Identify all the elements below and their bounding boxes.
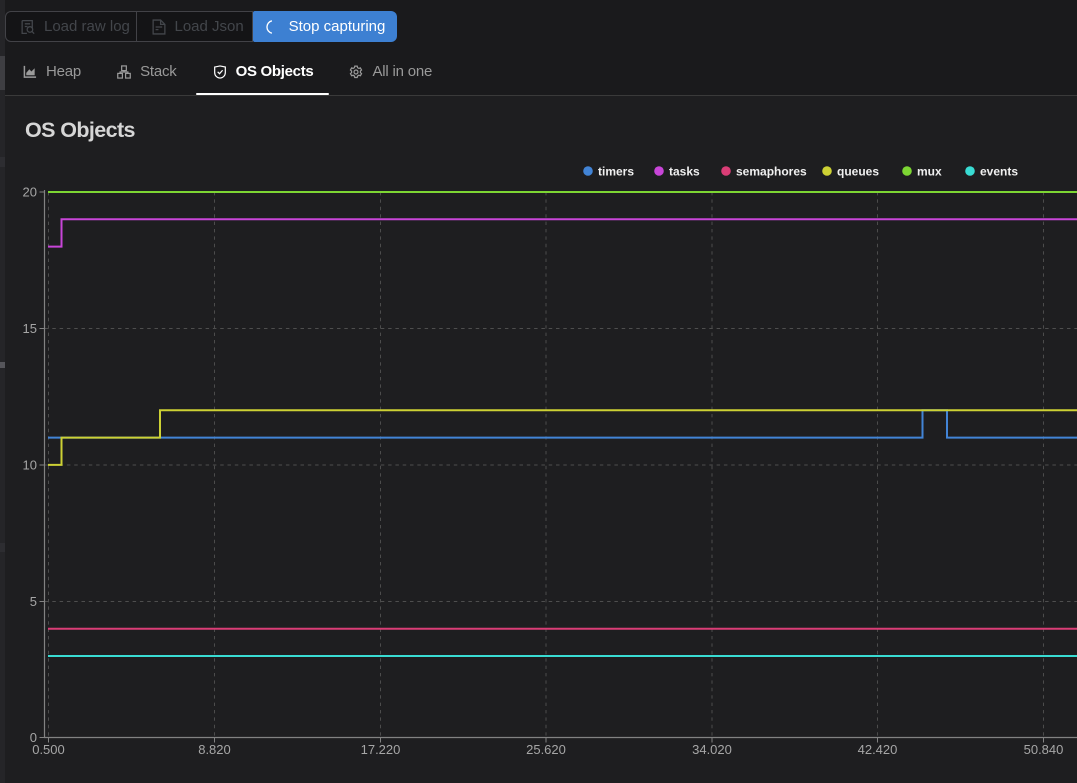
svg-text:mux: mux bbox=[917, 165, 942, 179]
svg-text:20: 20 bbox=[23, 185, 37, 200]
svg-text:8.820: 8.820 bbox=[198, 742, 231, 757]
svg-text:queues: queues bbox=[837, 165, 879, 179]
svg-text:17.220: 17.220 bbox=[361, 742, 401, 757]
svg-text:15: 15 bbox=[23, 321, 37, 336]
svg-text:semaphores: semaphores bbox=[736, 165, 807, 179]
svg-text:10: 10 bbox=[23, 458, 37, 473]
svg-text:5: 5 bbox=[30, 594, 37, 609]
svg-text:25.620: 25.620 bbox=[526, 742, 566, 757]
svg-text:50.840: 50.840 bbox=[1024, 742, 1064, 757]
svg-text:42.420: 42.420 bbox=[858, 742, 898, 757]
svg-text:0.500: 0.500 bbox=[32, 742, 65, 757]
svg-text:34.020: 34.020 bbox=[692, 742, 732, 757]
svg-text:timers: timers bbox=[598, 165, 634, 179]
svg-text:tasks: tasks bbox=[669, 165, 700, 179]
svg-text:events: events bbox=[980, 165, 1018, 179]
